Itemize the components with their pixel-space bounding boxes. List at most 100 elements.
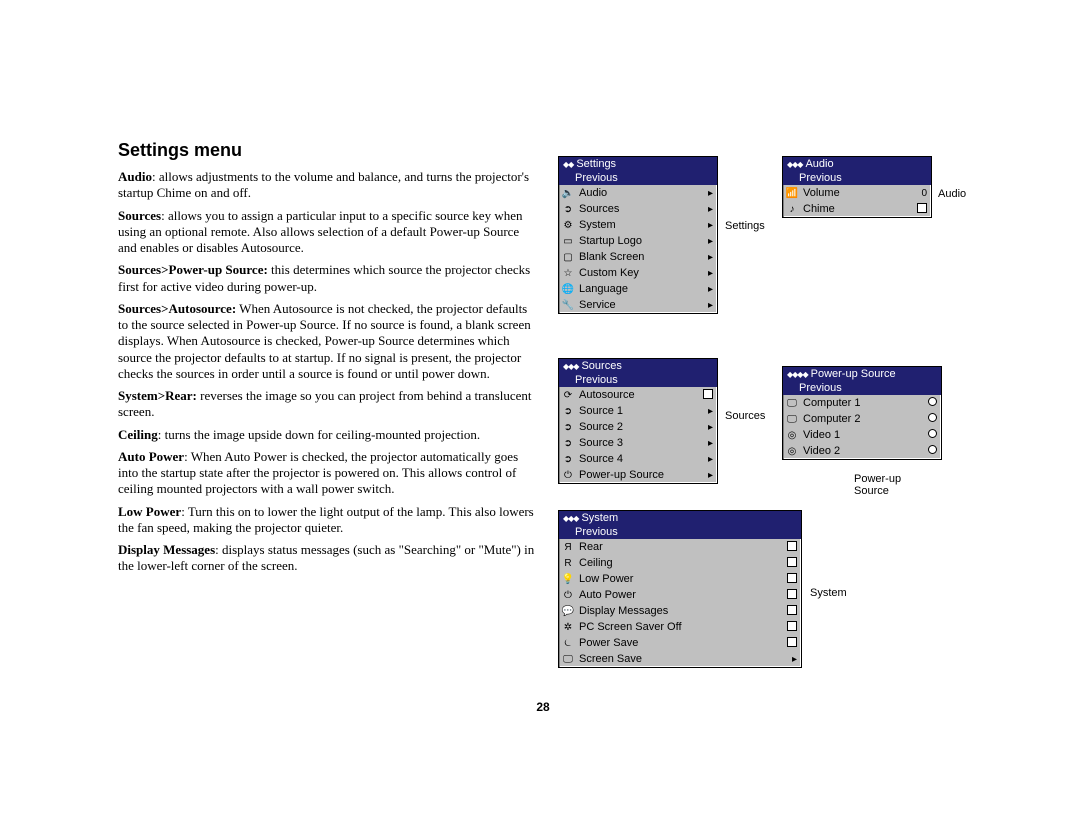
checkbox[interactable] (913, 203, 927, 216)
menu-item[interactable]: ➲Source 3 (559, 435, 717, 451)
menu-item-label: Custom Key (579, 267, 699, 279)
submenu-arrow-icon (699, 236, 713, 247)
previous-item[interactable]: Previous (783, 381, 941, 395)
saver-icon: ✲ (561, 620, 575, 634)
menu-item-label: Video 2 (803, 445, 923, 457)
menu-item[interactable]: ◎ Video 2 (783, 443, 941, 459)
menu-title: Audio (783, 157, 931, 171)
psave-icon: ⏾ (561, 636, 575, 650)
para-rest: : Turn this on to lower the light output… (118, 504, 534, 535)
checkbox[interactable] (783, 637, 797, 650)
para-bold: Ceiling (118, 427, 158, 442)
menu-item[interactable]: ЯRear (559, 539, 801, 555)
menu-item[interactable]: RCeiling (559, 555, 801, 571)
menu-item-label: Auto Power (579, 589, 783, 601)
previous-item[interactable]: Previous (559, 373, 717, 387)
speaker-icon: 🔈 (561, 186, 575, 200)
menu-item[interactable]: 🖵Computer 2 (783, 411, 941, 427)
page-number: 28 (118, 700, 968, 714)
menu-item-label: Power-up Source (579, 469, 699, 481)
caption-system: System (810, 587, 847, 599)
menu-item[interactable]: ◎Video 1 (783, 427, 941, 443)
menu-item[interactable]: ⏻ Power-up Source (559, 467, 717, 483)
menu-item[interactable]: 🌐 Language (559, 281, 717, 297)
video-icon: ◎ (785, 428, 799, 442)
checkbox[interactable] (783, 557, 797, 570)
wrench-icon: 🔧 (561, 298, 575, 312)
menu-item[interactable]: 🔈Audio (559, 185, 717, 201)
menu-item[interactable]: ➲ Sources (559, 201, 717, 217)
submenu-arrow-icon (699, 454, 713, 465)
checkbox[interactable] (783, 573, 797, 586)
checkbox[interactable] (783, 621, 797, 634)
caption-sources: Sources (725, 410, 765, 422)
globe-icon: 🌐 (561, 282, 575, 296)
submenu-arrow-icon (699, 406, 713, 417)
menu-item[interactable]: ☆ Custom Key (559, 265, 717, 281)
previous-item[interactable]: Previous (559, 171, 717, 185)
submenu-arrow-icon (699, 204, 713, 215)
para-rest: : turns the image upside down for ceilin… (158, 427, 480, 442)
computer-icon: 🖵 (785, 412, 799, 426)
chime-icon: ♪ (785, 202, 799, 216)
para-bold: Sources>Autosource: (118, 301, 236, 316)
audio-menu: Audio Previous 📶Volume0♪Chime (782, 156, 932, 218)
radio-button[interactable] (923, 429, 937, 441)
menu-item[interactable]: 💡Low Power (559, 571, 801, 587)
menu-item[interactable]: 💬Display Messages (559, 603, 801, 619)
radio-button[interactable] (923, 413, 937, 425)
radio-button[interactable] (923, 445, 937, 457)
checkbox[interactable] (783, 589, 797, 602)
menu-title: Settings (559, 157, 717, 171)
power-icon: ⏻ (561, 468, 575, 482)
para-bold: System>Rear: (118, 388, 197, 403)
blank-icon: ▢ (561, 250, 575, 264)
menu-item[interactable]: 🖵Screen Save (559, 651, 801, 667)
menu-item[interactable]: ⟳Autosource (559, 387, 717, 403)
menu-item-label: Rear (579, 541, 783, 553)
logo-icon: ▭ (561, 234, 575, 248)
body-text: Audio: allows adjustments to the volume … (118, 169, 536, 575)
submenu-arrow-icon (699, 220, 713, 231)
menu-item-label: Sources (579, 203, 699, 215)
submenu-arrow-icon (699, 188, 713, 199)
menu-item-label: Source 4 (579, 453, 699, 465)
submenu-arrow-icon (783, 654, 797, 665)
para-rest: : allows adjustments to the volume and b… (118, 169, 529, 200)
previous-item[interactable]: Previous (559, 525, 801, 539)
checkbox[interactable] (783, 541, 797, 554)
menu-item[interactable]: 📶Volume0 (783, 185, 931, 201)
menu-item[interactable]: 🖵Computer 1 (783, 395, 941, 411)
menu-item[interactable]: ▭Startup Logo (559, 233, 717, 249)
key-icon: ☆ (561, 266, 575, 280)
menu-item[interactable]: 🔧Service (559, 297, 717, 313)
source-icon: ➲ (561, 202, 575, 216)
menu-item[interactable]: ⏻Auto Power (559, 587, 801, 603)
submenu-arrow-icon (699, 252, 713, 263)
system-menu: System Previous ЯRearRCeiling💡Low Power⏻… (558, 510, 802, 668)
menu-item[interactable]: ▢Blank Screen (559, 249, 717, 265)
menu-title: Sources (559, 359, 717, 373)
menu-item-label: PC Screen Saver Off (579, 621, 783, 633)
menu-item[interactable]: ⏾Power Save (559, 635, 801, 651)
menu-item[interactable]: ➲Source 1 (559, 403, 717, 419)
screen-icon: 🖵 (561, 652, 575, 666)
menu-item[interactable]: ⚙System (559, 217, 717, 233)
menu-item[interactable]: ✲ PC Screen Saver Off (559, 619, 801, 635)
menu-item-label: Language (579, 283, 699, 295)
menu-item[interactable]: ➲Source 4 (559, 451, 717, 467)
submenu-arrow-icon (699, 268, 713, 279)
submenu-arrow-icon (699, 422, 713, 433)
menu-item-label: Ceiling (579, 557, 783, 569)
previous-item[interactable]: Previous (783, 171, 931, 185)
checkbox[interactable] (783, 605, 797, 618)
submenu-arrow-icon (699, 470, 713, 481)
radio-button[interactable] (923, 397, 937, 409)
video-icon: ◎ (785, 444, 799, 458)
checkbox[interactable] (699, 389, 713, 402)
menu-item[interactable]: ➲Source 2 (559, 419, 717, 435)
para-bold: Sources>Power-up Source: (118, 262, 268, 277)
gear-icon: ⚙ (561, 218, 575, 232)
menu-item[interactable]: ♪Chime (783, 201, 931, 217)
source-icon: ➲ (561, 436, 575, 450)
